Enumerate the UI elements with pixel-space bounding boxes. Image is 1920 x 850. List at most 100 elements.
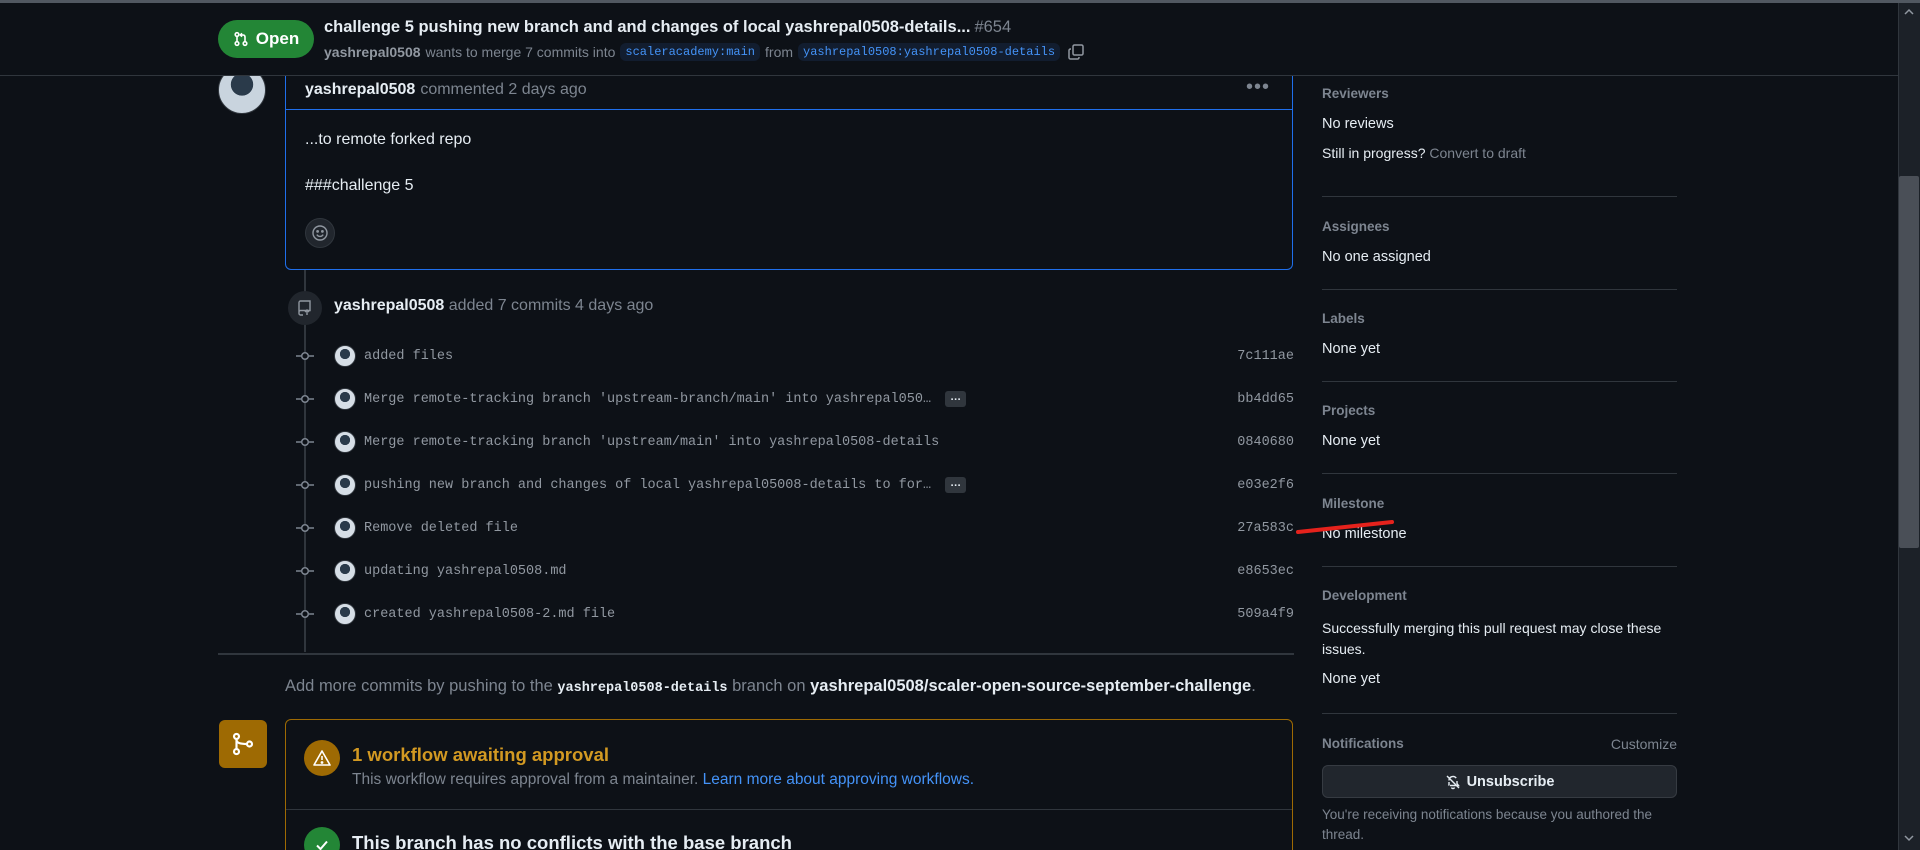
commits-event: yashrepal0508 added 7 commits 4 days ago	[334, 297, 653, 315]
commit-sha-link[interactable]: 509a4f9	[1237, 607, 1294, 622]
push-hint-branch: yashrepal0508-details	[557, 681, 728, 696]
git-merge-icon	[219, 720, 267, 768]
workflow-desc-text: This workflow requires approval from a m…	[352, 771, 699, 788]
development-heading[interactable]: Development	[1322, 588, 1677, 603]
pr-state-badge: Open	[218, 20, 314, 58]
alert-icon	[304, 740, 340, 776]
workflow-approval-desc: This workflow requires approval from a m…	[352, 771, 974, 789]
commit-row: created yashrepal0508-2.md file 509a4f9	[296, 599, 1294, 629]
expand-commit-message-button[interactable]: …	[945, 391, 967, 407]
commit-author-avatar[interactable]	[334, 474, 356, 496]
push-hint: Add more commits by pushing to the yashr…	[285, 677, 1256, 696]
commit-sha-link[interactable]: 7c111ae	[1237, 349, 1294, 364]
scroll-down-arrow-icon[interactable]	[1903, 832, 1915, 844]
commit-message[interactable]: updating yashrepal0508.md	[364, 564, 567, 579]
kebab-menu-icon[interactable]: •••	[1246, 76, 1270, 99]
notifications-heading: Notifications	[1322, 736, 1404, 751]
commit-message[interactable]: added files	[364, 349, 453, 364]
commit-sha-link[interactable]: 0840680	[1237, 435, 1294, 450]
assignees-value: No one assigned	[1322, 249, 1431, 265]
comment-header: yashrepal0508 commented 2 days ago •••	[285, 70, 1293, 110]
customize-link[interactable]: Customize	[1611, 736, 1677, 752]
head-branch-tag[interactable]: yashrepal0508:yashrepal0508-details	[798, 43, 1061, 61]
comment-body-line: ###challenge 5	[305, 177, 414, 194]
commit-author-avatar[interactable]	[334, 345, 356, 367]
copy-icon[interactable]	[1067, 43, 1085, 61]
still-in-progress-text: Still in progress?	[1322, 145, 1426, 161]
pr-title[interactable]: challenge 5 pushing new branch and and c…	[324, 18, 1011, 37]
unsubscribe-label: Unsubscribe	[1466, 773, 1555, 790]
commit-sha-link[interactable]: e8653ec	[1237, 564, 1294, 579]
assignees-heading[interactable]: Assignees	[1322, 219, 1677, 234]
scrollbar-thumb[interactable]	[1899, 176, 1919, 548]
sidebar-labels: Labels None yet	[1322, 311, 1677, 357]
pr-from-text: from	[765, 44, 794, 60]
timeline-line	[304, 270, 306, 652]
commit-message[interactable]: pushing new branch and changes of local …	[364, 478, 931, 493]
scroll-up-arrow-icon[interactable]	[1903, 6, 1915, 18]
git-commit-icon	[296, 523, 314, 533]
sidebar-notifications: Notifications Customize	[1322, 736, 1677, 752]
add-reaction-button[interactable]	[305, 218, 335, 248]
commit-author-avatar[interactable]	[334, 603, 356, 625]
commit-message[interactable]: Merge remote-tracking branch 'upstream/m…	[364, 435, 939, 450]
pr-number: #654	[974, 18, 1012, 36]
git-commit-icon	[296, 351, 314, 361]
comment-author[interactable]: yashrepal0508	[305, 81, 415, 99]
push-hint-prefix: Add more commits by pushing to the	[285, 677, 553, 695]
commits-event-text: added 7 commits 4 days ago	[448, 297, 654, 314]
commit-row: Merge remote-tracking branch 'upstream-b…	[296, 384, 1294, 414]
expand-commit-message-button[interactable]: …	[945, 477, 967, 493]
reviewers-value: No reviews	[1322, 116, 1394, 132]
commit-author-avatar[interactable]	[334, 431, 356, 453]
commit-message[interactable]: created yashrepal0508-2.md file	[364, 607, 615, 622]
no-conflicts-title: This branch has no conflicts with the ba…	[352, 832, 792, 850]
commits-event-author[interactable]: yashrepal0508	[334, 297, 444, 314]
base-branch-tag[interactable]: scaleracademy:main	[620, 43, 761, 61]
sidebar-divider	[1322, 713, 1677, 714]
commit-author-avatar[interactable]	[334, 388, 356, 410]
unsubscribe-button[interactable]: Unsubscribe	[1322, 765, 1677, 798]
pull-request-icon	[234, 31, 248, 47]
git-commit-icon	[296, 480, 314, 490]
commit-row: added files 7c111ae	[296, 341, 1294, 371]
projects-value: None yet	[1322, 433, 1381, 449]
merge-box-divider	[286, 809, 1292, 810]
annotation-stroke	[1296, 520, 1394, 534]
sidebar-divider	[1322, 196, 1677, 197]
bell-slash-icon	[1446, 775, 1460, 789]
sidebar-divider	[1322, 381, 1677, 382]
reviewers-heading[interactable]: Reviewers	[1322, 86, 1677, 101]
commit-sha-link[interactable]: e03e2f6	[1237, 478, 1294, 493]
timeline-break	[218, 653, 1294, 655]
convert-to-draft-link[interactable]: Convert to draft	[1429, 145, 1526, 161]
milestone-heading[interactable]: Milestone	[1322, 496, 1677, 511]
sidebar-reviewers: Reviewers No reviews Still in progress? …	[1322, 86, 1677, 161]
commit-sha-link[interactable]: bb4dd65	[1237, 392, 1294, 407]
pr-author-link[interactable]: yashrepal0508	[324, 44, 421, 60]
comment-meta[interactable]: commented 2 days ago	[420, 81, 586, 99]
pr-merge-text: wants to merge 7 commits into	[425, 44, 616, 60]
approving-workflows-link[interactable]: Learn more about approving workflows.	[703, 771, 974, 788]
push-hint-repo-link[interactable]: yashrepal0508/scaler-open-source-septemb…	[810, 677, 1251, 695]
notifications-reason: You're receiving notifications because y…	[1322, 807, 1653, 842]
commit-sha-link[interactable]: 27a583c	[1237, 521, 1294, 536]
sidebar-development: Development Successfully merging this pu…	[1322, 588, 1677, 687]
commit-author-avatar[interactable]	[334, 517, 356, 539]
draft-prompt: Still in progress? Convert to draft	[1322, 145, 1677, 161]
commit-message[interactable]: Remove deleted file	[364, 521, 518, 536]
projects-heading[interactable]: Projects	[1322, 403, 1677, 418]
pr-title-text[interactable]: challenge 5 pushing new branch and and c…	[324, 18, 970, 36]
pr-state-label: Open	[255, 29, 300, 48]
labels-heading[interactable]: Labels	[1322, 311, 1677, 326]
commit-author-avatar[interactable]	[334, 560, 356, 582]
sidebar-assignees: Assignees No one assigned	[1322, 219, 1677, 265]
repo-push-icon	[288, 291, 322, 325]
commit-row: updating yashrepal0508.md e8653ec	[296, 556, 1294, 586]
commit-message[interactable]: Merge remote-tracking branch 'upstream-b…	[364, 392, 931, 407]
check-icon	[304, 827, 340, 850]
git-commit-icon	[296, 609, 314, 619]
pr-sticky-header: Open challenge 5 pushing new branch and …	[0, 3, 1898, 76]
sidebar-divider	[1322, 566, 1677, 567]
comment-body-line: ...to remote forked repo	[305, 131, 472, 148]
